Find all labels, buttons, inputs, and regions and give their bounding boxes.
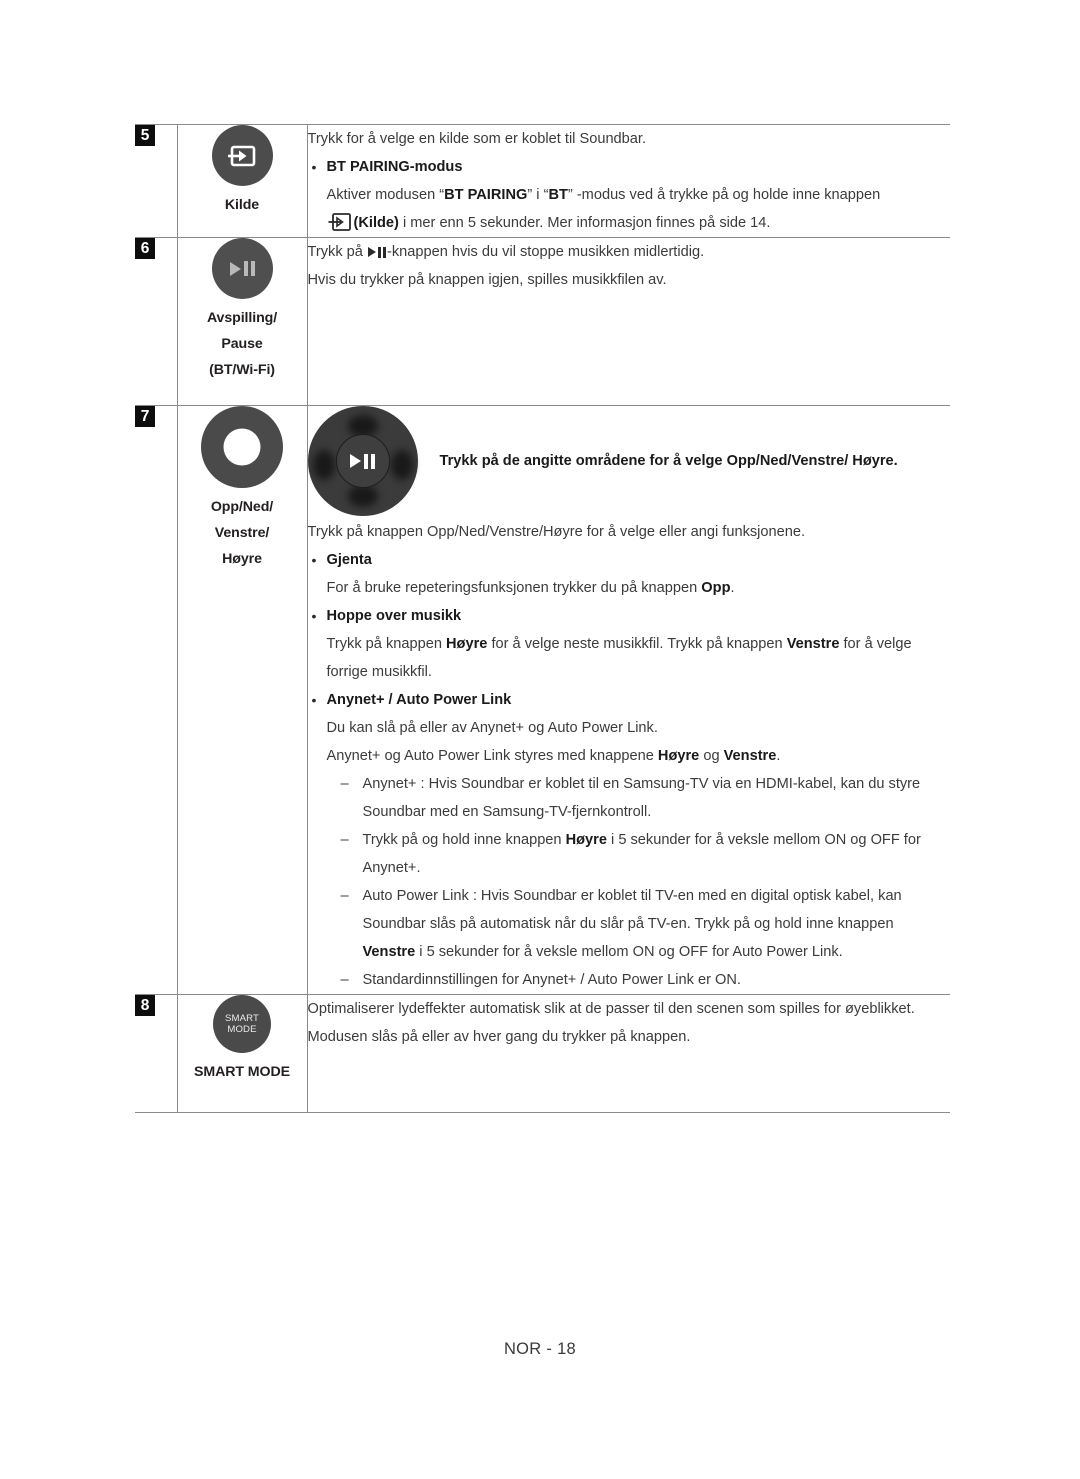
dash-item: Auto Power Link : Hvis Soundbar er koble… [327, 882, 951, 966]
description-lead-2: Hvis du trykker på knappen igjen, spille… [307, 272, 667, 288]
bullet-heading: Hoppe over musikk [326, 608, 462, 624]
dpad-zone-right-icon [390, 450, 413, 480]
play-pause-icon [211, 238, 273, 299]
play-pause-glyph [229, 261, 255, 276]
row-icon-caption: Opp/Ned/ Venstre/ Høyre [210, 499, 274, 567]
dpad-diagram [307, 406, 418, 516]
row-number-cell: 8 [135, 994, 177, 1113]
bullet-item: Gjenta For å bruke repeteringsfunksjonen… [308, 546, 951, 602]
table-row: 8 SMART MODE SMART MODE Optimaliserer ly… [135, 994, 950, 1113]
source-input-glyph [228, 145, 256, 166]
bullet-heading: Gjenta [326, 552, 372, 568]
row-number-cell: 5 [135, 124, 177, 238]
play-pause-icon-inline [367, 246, 386, 258]
table-row: 5 Kilde Trykk for å velge en kilde som e… [135, 124, 951, 238]
page-footer: NOR - 18 [0, 1340, 1080, 1359]
play-pause-glyph [350, 453, 375, 469]
bullet-line: Trykk på knappen Høyre for å velge neste… [326, 636, 912, 680]
dpad-center-button [335, 434, 390, 488]
dash-item: Standardinnstillingen for Anynet+ / Auto… [327, 966, 951, 994]
dash-item: Anynet+ : Hvis Soundbar er koblet til en… [327, 770, 951, 826]
source-input-icon-inline [328, 213, 351, 231]
row-number-badge: 7 [135, 406, 155, 427]
button-reference-table: 5 Kilde Trykk for å velge en kilde som e… [135, 124, 950, 1113]
row-icon-cell: SMART MODE SMART MODE [176, 994, 308, 1113]
description-lead: Trykk for å velge en kilde som er koblet… [307, 131, 647, 147]
manual-page: 5 Kilde Trykk for å velge en kilde som e… [0, 0, 1080, 1479]
row-description-cell: Trykk på -knappen hvis du vil stoppe mus… [307, 237, 950, 406]
row-description-cell: Trykk for å velge en kilde som er koblet… [307, 124, 951, 238]
dpad-heading: Trykk på de angitte områdene for å velge… [439, 452, 898, 469]
bullet-line: Du kan slå på eller av Anynet+ og Auto P… [326, 720, 658, 736]
ring-dpad-icon [201, 406, 283, 488]
row-icon-cell: Kilde [176, 124, 308, 238]
bullet-heading: Anynet+ / Auto Power Link [326, 692, 512, 708]
dpad-diagram-row: Trykk på de angitte områdene for å velge… [307, 406, 951, 516]
row-number-cell: 7 [135, 405, 177, 995]
description-lead: Trykk på -knappen hvis du vil stoppe mus… [307, 244, 705, 260]
smart-mode-glyph-text: SMART MODE [225, 1013, 259, 1035]
dpad-zone-left-icon [312, 450, 335, 480]
table-row: 7 Opp/Ned/ Venstre/ Høyre Trykk på de an… [135, 405, 951, 995]
bullet-line: Aktiver modusen “BT PAIRING” i “BT” -mod… [326, 187, 881, 203]
row-number-badge: 8 [135, 995, 155, 1016]
smart-mode-icon: SMART MODE [213, 995, 271, 1053]
row-icon-cell: Opp/Ned/ Venstre/ Høyre [176, 405, 308, 995]
row-number-badge: 6 [135, 238, 155, 259]
row-icon-caption: SMART MODE [194, 1064, 290, 1080]
bullet-item: BT PAIRING-modus Aktiver modusen “BT PAI… [308, 153, 951, 237]
dpad-zone-down-icon [347, 485, 378, 507]
row-number-badge: 5 [135, 125, 155, 146]
bullet-line: For å bruke repeteringsfunksjonen trykke… [326, 580, 735, 596]
row-description-cell: Optimaliserer lydeffekter automatisk sli… [307, 994, 950, 1113]
bullet-heading: BT PAIRING-modus [326, 159, 463, 175]
bullet-line: (Kilde) i mer enn 5 sekunder. Mer inform… [327, 209, 951, 237]
row-icon-caption: Avspilling/ Pause (BT/Wi-Fi) [206, 310, 278, 378]
bullet-line: Anynet+ og Auto Power Link styres med kn… [326, 748, 781, 764]
page-number: NOR - 18 [503, 1340, 577, 1358]
row-icon-caption: Kilde [224, 197, 260, 213]
row-description-cell: Trykk på de angitte områdene for å velge… [307, 405, 951, 995]
dash-item-continuation: Trykk på og hold inne knappen Høyre i 5 … [327, 826, 951, 882]
source-input-icon [211, 125, 273, 186]
row-number-cell: 6 [135, 237, 177, 406]
description-lead: Trykk på knappen Opp/Ned/Venstre/Høyre f… [307, 524, 806, 540]
description-lead: Optimaliserer lydeffekter automatisk sli… [307, 1001, 915, 1045]
row-icon-cell: Avspilling/ Pause (BT/Wi-Fi) [176, 237, 308, 406]
bullet-item: Hoppe over musikk Trykk på knappen Høyre… [308, 602, 951, 686]
table-row: 6 Avspilling/ Pause (BT/Wi-Fi) Trykk på … [135, 237, 950, 406]
bullet-item: Anynet+ / Auto Power Link Du kan slå på … [308, 686, 951, 994]
